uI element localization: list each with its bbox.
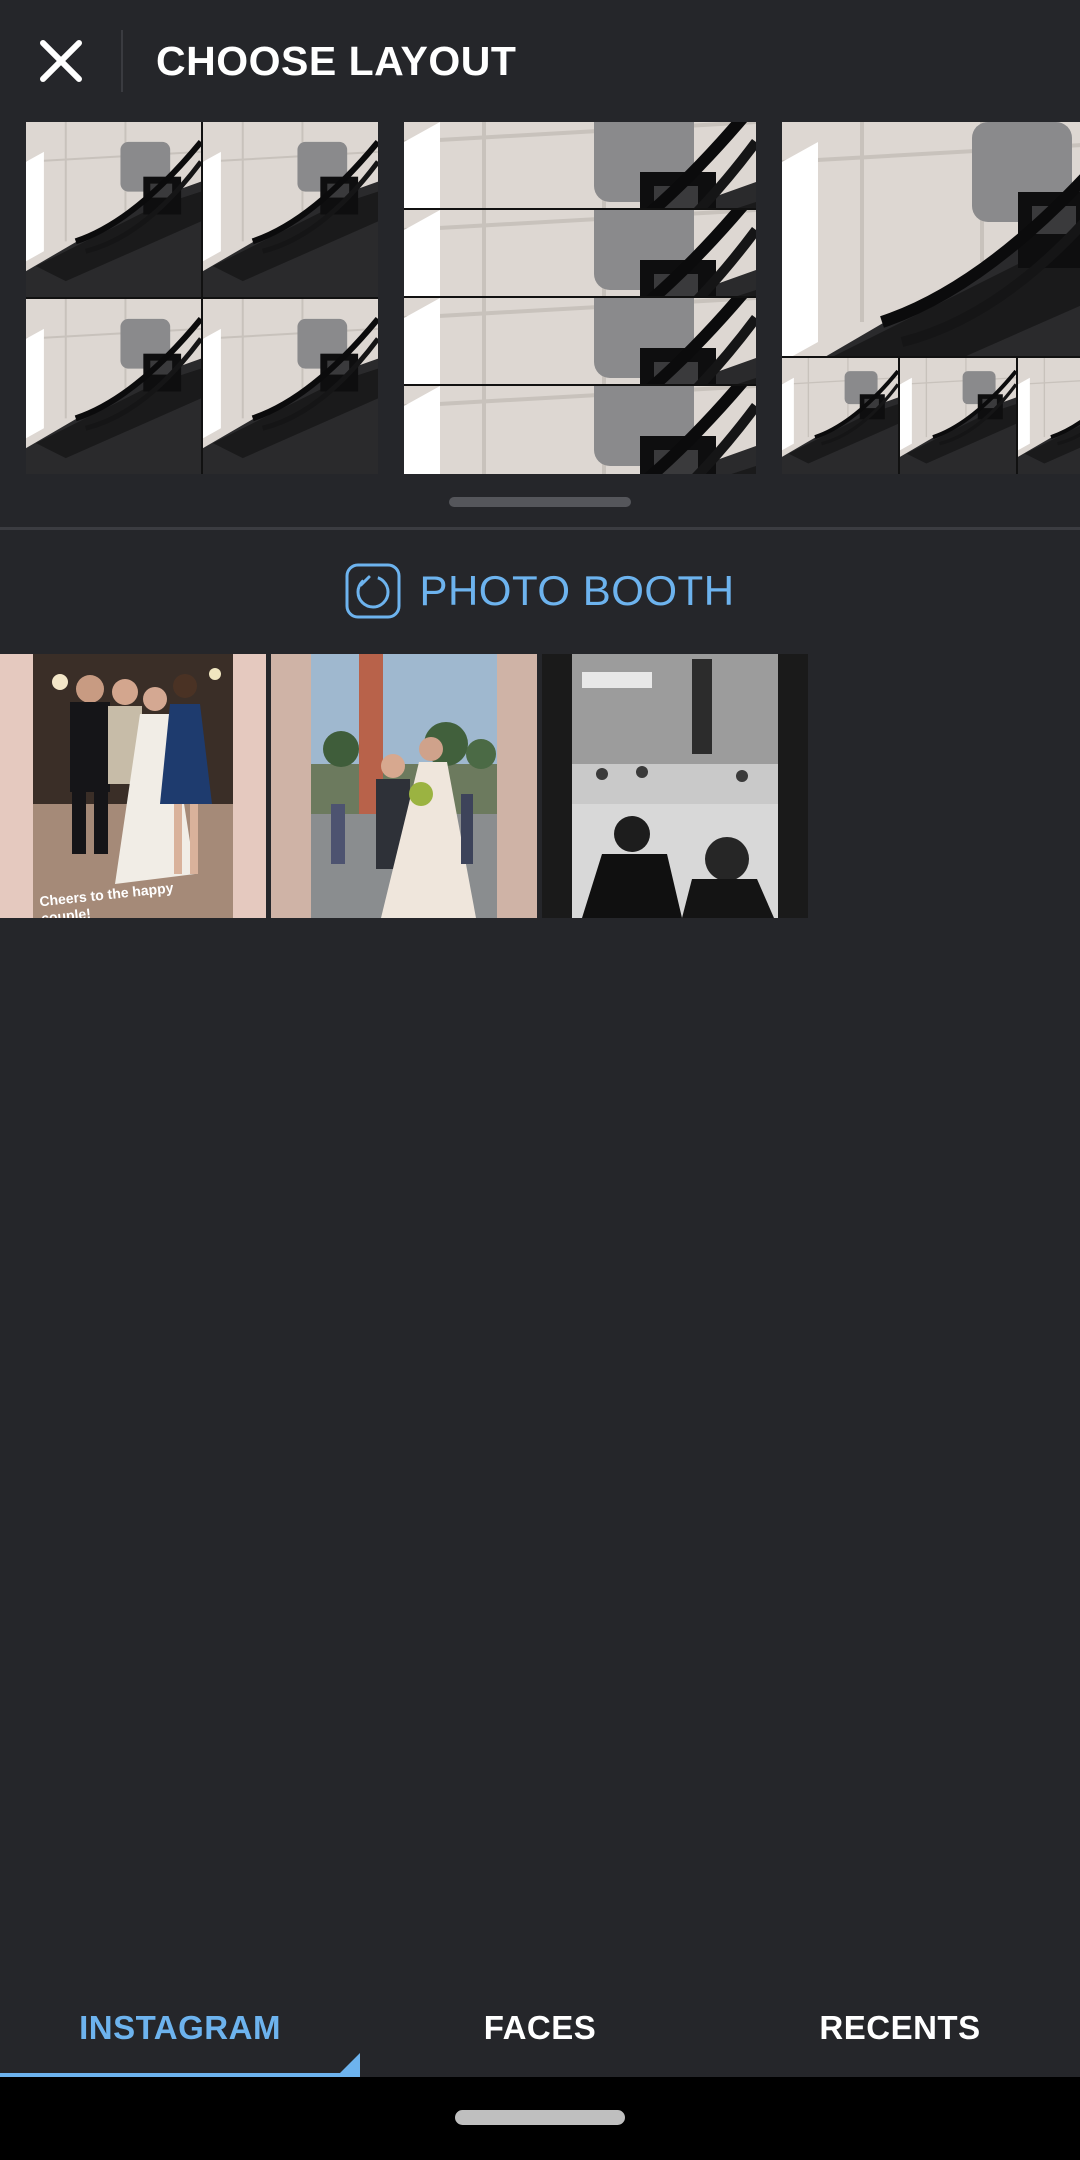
photo-thumbnail[interactable]: Cheers to the happy couple! (0, 654, 266, 918)
layout-tile (782, 358, 898, 474)
layout-tile (404, 386, 756, 474)
photo-thumbnail[interactable] (542, 654, 808, 918)
tab-recents[interactable]: RECENTS (720, 1980, 1080, 2076)
photo-thumbnail[interactable] (271, 654, 537, 918)
home-gesture-handle[interactable] (455, 2110, 625, 2125)
photo-booth-label: PHOTO BOOTH (419, 567, 735, 614)
layout-tile (203, 299, 378, 474)
layout-tile (404, 122, 756, 208)
layout-tile (404, 298, 756, 384)
close-icon (40, 40, 82, 82)
wedding-bride-outdoor (271, 654, 537, 918)
photo-grid: Cheers to the happy couple! (0, 654, 1080, 918)
wedding-dance-bw (542, 654, 808, 918)
layout-tile (782, 122, 1080, 356)
layout-option-stack-4-rows[interactable] (404, 122, 756, 474)
tab-faces[interactable]: FACES (360, 1980, 720, 2076)
layout-tile (26, 122, 201, 297)
layout-option-one-big-three-small[interactable] (782, 122, 1080, 474)
layout-tile (26, 299, 201, 474)
layout-carousel[interactable] (0, 122, 1080, 474)
header: CHOOSE LAYOUT (0, 0, 1080, 122)
layout-tile (900, 358, 1016, 474)
layout-tile (203, 122, 378, 297)
layout-tile (1018, 358, 1080, 474)
tab-instagram[interactable]: INSTAGRAM (0, 1980, 360, 2076)
page-title: CHOOSE LAYOUT (156, 38, 517, 84)
layout-tile (404, 210, 756, 296)
tab-corner-marker (338, 2053, 360, 2075)
header-divider (121, 30, 123, 92)
photo-booth-button[interactable]: PHOTO BOOTH (0, 560, 1080, 622)
carousel-scroll-handle[interactable] (449, 497, 631, 507)
layout-option-grid-2x2[interactable] (26, 122, 378, 474)
wedding-group-photo (0, 654, 266, 918)
section-divider (0, 527, 1080, 530)
tab-bar: INSTAGRAM FACES RECENTS (0, 1980, 1080, 2076)
close-button[interactable] (30, 30, 92, 92)
photo-booth-icon (345, 563, 401, 619)
